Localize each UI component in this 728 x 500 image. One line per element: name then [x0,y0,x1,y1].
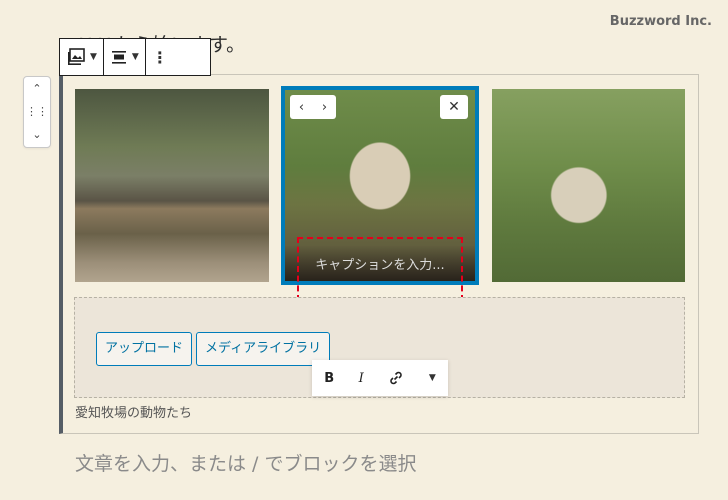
gallery-icon [66,47,86,67]
italic-button[interactable]: I [359,371,364,386]
chevron-down-icon: ▼ [90,52,97,62]
drag-handle-icon[interactable]: ⋮⋮ [26,104,48,120]
image-caption-input[interactable]: キャプションを入力... [285,245,475,281]
move-up-icon[interactable]: ⌃ [32,81,41,97]
move-left-icon[interactable]: ‹ [299,100,304,115]
paragraph-placeholder[interactable]: 文章を入力、または / でブロックを選択 [75,449,416,476]
gallery-image-1[interactable] [75,89,269,282]
more-options-button[interactable]: ⋮ [146,39,174,75]
gallery-caption[interactable]: 愛知牧場の動物たち [75,402,192,421]
link-icon[interactable] [388,370,404,386]
more-vertical-icon: ⋮ [151,47,168,67]
move-down-icon[interactable]: ⌄ [32,127,41,143]
upload-button[interactable]: アップロード [96,332,193,366]
move-right-icon[interactable]: › [322,100,327,115]
image-move-buttons: ‹ › [290,95,336,119]
chevron-down-icon[interactable]: ▼ [429,373,436,383]
media-library-button[interactable]: メディアライブラリ [196,332,331,366]
close-icon: ✕ [448,99,460,115]
align-center-icon [110,48,128,66]
align-button[interactable]: ▼ [104,39,146,75]
gallery-image-3[interactable] [492,89,685,282]
block-type-button[interactable]: ▼ [60,39,104,75]
block-mover: ⌃ ⋮⋮ ⌄ [23,76,51,148]
format-toolbar: B I ▼ [312,360,448,396]
watermark: Buzzword Inc. [609,14,712,29]
remove-image-button[interactable]: ✕ [440,95,468,119]
chevron-down-icon: ▼ [131,52,139,62]
bold-button[interactable]: B [324,371,334,386]
block-toolbar: ▼ ▼ ⋮ [59,38,211,76]
